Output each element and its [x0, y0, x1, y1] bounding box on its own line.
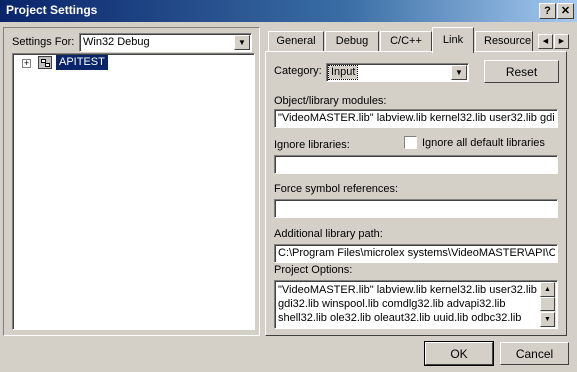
tab-debug[interactable]: Debug	[325, 31, 379, 51]
cancel-label: Cancel	[515, 347, 554, 361]
ignore-libraries-input[interactable]	[274, 155, 558, 174]
category-value: Input	[327, 65, 359, 80]
cancel-button[interactable]: Cancel	[500, 342, 569, 365]
options-line: gdi32.lib winspool.lib comdlg32.lib adva…	[278, 298, 506, 310]
scroll-up-icon[interactable]: ▲	[540, 282, 555, 297]
settings-for-label: Settings For:	[12, 36, 75, 48]
modules-label: Object/library modules:	[274, 95, 387, 107]
tab-scroll-right-icon[interactable]: ▶	[554, 34, 569, 49]
category-dropdown[interactable]: Input ▼	[326, 63, 469, 82]
project-options-textarea[interactable]: "VideoMASTER.lib" labview.lib kernel32.l…	[274, 280, 558, 329]
ignore-all-checkbox[interactable]	[404, 136, 417, 149]
tab-cpp[interactable]: C/C++	[380, 31, 432, 51]
tab-link[interactable]: Link	[432, 27, 474, 53]
additional-path-label: Additional library path:	[274, 228, 383, 240]
scroll-down-icon[interactable]: ▼	[540, 312, 555, 327]
reset-label: Reset	[505, 65, 538, 79]
additional-path-input[interactable]: C:\Program Files\microlex systems\VideoM…	[274, 244, 558, 263]
modules-value: "VideoMASTER.lib" labview.lib kernel32.l…	[278, 112, 555, 124]
tab-resource[interactable]: Resource	[475, 31, 533, 51]
ok-label: OK	[450, 347, 468, 361]
settings-for-value: Win32 Debug	[83, 36, 150, 48]
tree-expand-icon[interactable]: +	[22, 59, 31, 68]
ok-button[interactable]: OK	[424, 341, 494, 366]
force-symbol-input[interactable]	[274, 199, 558, 218]
tab-scroll-left-icon[interactable]: ◀	[538, 34, 553, 49]
chevron-down-icon[interactable]: ▼	[234, 35, 250, 50]
tree-item-apitest[interactable]: APITEST	[56, 55, 108, 70]
ignore-libraries-label: Ignore libraries:	[274, 139, 350, 151]
force-symbol-label: Force symbol references:	[274, 183, 399, 195]
additional-path-value: C:\Program Files\microlex systems\VideoM…	[278, 247, 555, 259]
scroll-thumb[interactable]	[540, 297, 555, 311]
reset-button[interactable]: Reset	[484, 60, 559, 83]
project-options-label: Project Options:	[274, 264, 353, 276]
options-line: "VideoMASTER.lib" labview.lib kernel32.l…	[278, 284, 537, 296]
tab-general[interactable]: General	[268, 31, 324, 51]
ignore-all-label: Ignore all default libraries	[422, 137, 545, 149]
category-label: Category:	[274, 65, 322, 77]
settings-for-dropdown[interactable]: Win32 Debug ▼	[79, 33, 252, 52]
options-scrollbar[interactable]: ▲ ▼	[540, 282, 556, 327]
options-line: shell32.lib ole32.lib oleaut32.lib uuid.…	[278, 312, 522, 324]
project-tree[interactable]: + APITEST	[12, 53, 255, 330]
modules-input[interactable]: "VideoMASTER.lib" labview.lib kernel32.l…	[274, 109, 558, 128]
project-icon	[38, 56, 52, 69]
help-button[interactable]: ?	[539, 3, 556, 19]
chevron-down-icon[interactable]: ▼	[451, 65, 467, 80]
window-title: Project Settings	[6, 3, 98, 17]
close-button[interactable]: ✕	[557, 3, 574, 19]
